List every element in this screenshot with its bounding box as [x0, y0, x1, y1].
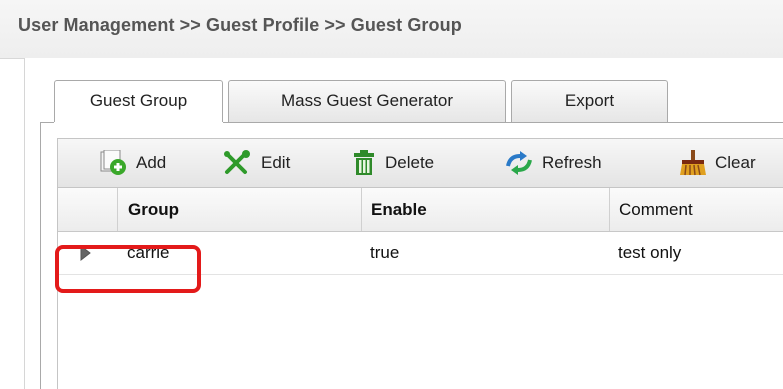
column-separator — [361, 188, 362, 231]
title-bar: User Management >> Guest Profile >> Gues… — [0, 0, 783, 59]
page: User Management >> Guest Profile >> Gues… — [0, 0, 783, 389]
column-separator — [609, 188, 610, 231]
tabs-underline — [40, 122, 54, 123]
add-button-label: Add — [136, 153, 167, 172]
expand-toggle[interactable] — [78, 232, 98, 274]
column-header-comment[interactable]: Comment — [619, 188, 783, 231]
toolbar: Add Edit Delete Refresh Clear — [57, 138, 783, 188]
broom-icon — [679, 150, 707, 176]
column-separator — [117, 188, 118, 231]
triangle-right-icon — [78, 244, 92, 278]
tab-mass-guest-generator[interactable]: Mass Guest Generator — [228, 80, 506, 122]
column-header-group[interactable]: Group — [128, 188, 368, 231]
tab-mass-guest-generator-label: Mass Guest Generator — [281, 91, 453, 110]
column-header-enable[interactable]: Enable — [371, 188, 611, 231]
delete-button[interactable]: Delete — [351, 139, 434, 187]
edit-tools-icon — [223, 150, 253, 176]
add-button[interactable]: Add — [98, 139, 166, 187]
guest-group-table: Group Enable Comment carrie true test on… — [57, 188, 783, 389]
refresh-button-label: Refresh — [542, 153, 602, 172]
tab-export-label: Export — [564, 91, 615, 110]
clear-button[interactable]: Clear — [679, 139, 756, 187]
table-header: Group Enable Comment — [58, 188, 783, 232]
edit-button[interactable]: Edit — [223, 139, 290, 187]
trash-icon — [351, 150, 377, 176]
table-row[interactable]: carrie true test only — [58, 232, 783, 275]
add-icon — [98, 150, 128, 176]
tabs-underline-right — [223, 122, 783, 123]
refresh-button[interactable]: Refresh — [504, 139, 602, 187]
delete-button-label: Delete — [385, 153, 435, 172]
cell-comment: test only — [618, 243, 682, 262]
edit-button-label: Edit — [261, 153, 291, 172]
tab-guest-group-label: Guest Group — [89, 91, 188, 110]
refresh-icon — [504, 150, 534, 176]
cell-enable: true — [370, 243, 400, 262]
clear-button-label: Clear — [715, 153, 756, 172]
tab-guest-group[interactable]: Guest Group — [54, 80, 223, 124]
breadcrumb: User Management >> Guest Profile >> Gues… — [18, 15, 462, 35]
cell-group: carrie — [127, 243, 170, 262]
tab-export[interactable]: Export — [511, 80, 668, 122]
